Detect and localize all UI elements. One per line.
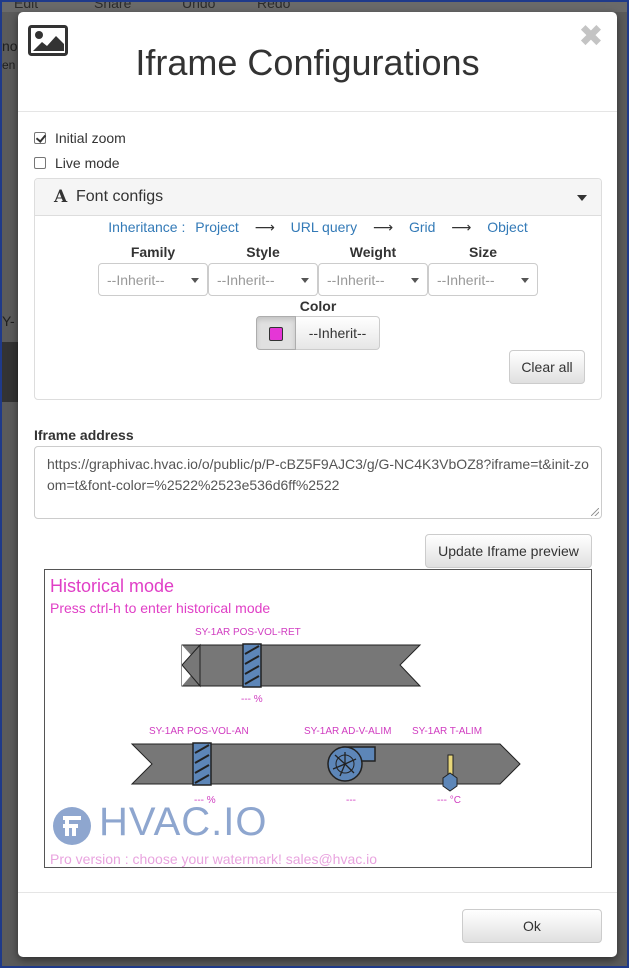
dropdown-arrow-icon bbox=[411, 278, 419, 283]
iframe-preview: Historical mode Press ctrl-h to enter hi… bbox=[44, 569, 592, 868]
size-label: Size bbox=[468, 244, 497, 260]
return-duct bbox=[181, 644, 422, 687]
font-configs-header[interactable]: A Font configs bbox=[35, 179, 601, 216]
clear-all-button[interactable]: Clear all bbox=[509, 350, 585, 384]
size-select-value: --Inherit-- bbox=[437, 272, 495, 288]
background-text: en bbox=[2, 58, 16, 72]
background-text: Y- bbox=[2, 313, 15, 329]
arrow-right-icon: ⟶ bbox=[451, 219, 472, 235]
weight-select[interactable]: --Inherit-- bbox=[318, 263, 428, 296]
style-select-value: --Inherit-- bbox=[217, 272, 275, 288]
live-mode-label: Live mode bbox=[55, 155, 120, 171]
supply-damper-icon[interactable] bbox=[192, 742, 212, 786]
style-select[interactable]: --Inherit-- bbox=[208, 263, 318, 296]
background-toolbar: Edit Share Undo Redo bbox=[2, 2, 627, 12]
update-preview-button[interactable]: Update Iframe preview bbox=[425, 534, 592, 568]
color-inherit-button[interactable]: --Inherit-- bbox=[296, 316, 380, 350]
live-mode-checkbox[interactable] bbox=[34, 157, 46, 169]
arrow-right-icon: ⟶ bbox=[254, 219, 275, 235]
live-mode-option[interactable]: Live mode bbox=[34, 155, 120, 171]
iframe-address-label: Iframe address bbox=[34, 427, 134, 443]
family-select[interactable]: --Inherit-- bbox=[98, 263, 208, 296]
size-select[interactable]: --Inherit-- bbox=[428, 263, 538, 296]
dropdown-arrow-icon bbox=[521, 278, 529, 283]
weight-label: Weight bbox=[349, 244, 397, 260]
iframe-address-value: https://graphivac.hvac.io/o/public/p/P-c… bbox=[47, 456, 589, 493]
return-damper-icon[interactable] bbox=[242, 643, 262, 688]
screen: Edit Share Undo Redo no en Y- ✖ Iframe C… bbox=[2, 2, 627, 966]
dropdown-arrow-icon bbox=[301, 278, 309, 283]
inheritance-item: URL query bbox=[290, 219, 358, 235]
font-configs-title: Font configs bbox=[76, 188, 164, 205]
inheritance-item: Project bbox=[195, 219, 239, 235]
background-text: no bbox=[2, 38, 18, 54]
modal-header: ✖ Iframe Configurations bbox=[18, 12, 617, 112]
edit-menu: Edit bbox=[14, 2, 39, 11]
modal-footer: Ok bbox=[18, 892, 617, 957]
font-configs-panel: A Font configs Inheritance : Project ⟶ U… bbox=[34, 178, 602, 400]
redo-button: Redo bbox=[257, 2, 291, 11]
undo-button: Undo bbox=[182, 2, 216, 11]
inheritance-item: Grid bbox=[408, 219, 436, 235]
ok-button[interactable]: Ok bbox=[462, 909, 602, 943]
color-swatch bbox=[269, 327, 283, 341]
inheritance-chain: Inheritance : Project ⟶ URL query ⟶ Grid… bbox=[35, 219, 601, 236]
weight-select-value: --Inherit-- bbox=[327, 272, 385, 288]
hvac-logo-icon bbox=[53, 807, 91, 845]
share-menu: Share bbox=[94, 2, 132, 11]
initial-zoom-option[interactable]: Initial zoom bbox=[34, 130, 126, 146]
initial-zoom-label: Initial zoom bbox=[55, 130, 126, 146]
background-block bbox=[2, 342, 18, 402]
hvac-logo: HVAC.IO bbox=[99, 800, 268, 844]
supply-duct bbox=[130, 743, 521, 785]
caret-down-icon bbox=[577, 195, 587, 201]
resize-handle[interactable] bbox=[591, 508, 599, 516]
iframe-address-textarea[interactable]: https://graphivac.hvac.io/o/public/p/P-c… bbox=[34, 446, 602, 519]
arrow-right-icon: ⟶ bbox=[372, 219, 394, 235]
color-label: Color bbox=[299, 298, 337, 314]
inheritance-label: Inheritance : bbox=[108, 219, 186, 235]
style-label: Style bbox=[246, 244, 280, 260]
watermark-note: Pro version : choose your watermark! sal… bbox=[50, 851, 378, 867]
initial-zoom-checkbox[interactable] bbox=[34, 132, 46, 144]
modal-title: Iframe Configurations bbox=[135, 42, 480, 83]
color-picker: --Inherit-- bbox=[256, 316, 380, 350]
family-select-value: --Inherit-- bbox=[107, 272, 165, 288]
inheritance-item: Object bbox=[487, 219, 528, 235]
font-icon: A bbox=[54, 187, 68, 207]
dropdown-arrow-icon bbox=[191, 278, 199, 283]
color-swatch-button[interactable] bbox=[256, 316, 296, 350]
family-label: Family bbox=[130, 244, 176, 260]
iframe-config-modal: ✖ Iframe Configurations Initial zoom Liv… bbox=[18, 12, 617, 957]
